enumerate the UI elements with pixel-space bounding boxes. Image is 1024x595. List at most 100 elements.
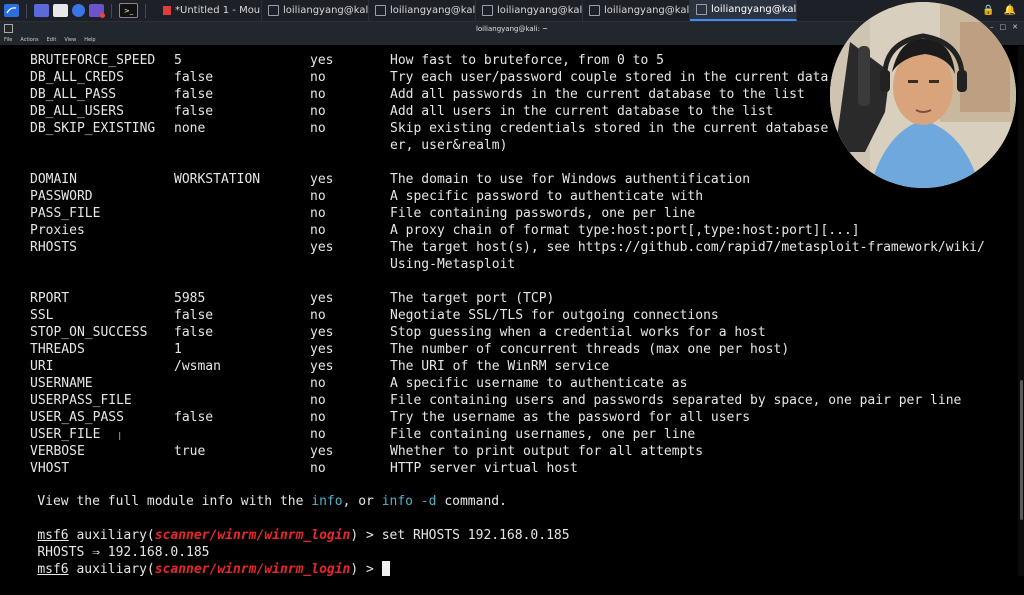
option-description: The target port (TCP) [390, 291, 555, 306]
option-required: yes [310, 342, 334, 357]
option-name: PASSWORD [30, 189, 93, 204]
option-name: VHOST [30, 461, 70, 476]
task-label: loiliangyang@kali:... [390, 5, 476, 16]
option-row: SSL false no Negotiate SSL/TLS for outgoing… [0, 307, 1018, 324]
kali-menu-icon[interactable] [4, 4, 19, 17]
browser-icon[interactable] [72, 4, 85, 17]
option-name: BRUTEFORCE_SPEED [30, 53, 156, 68]
option-name: STOP_ON_SUCCESS [30, 325, 148, 340]
minimize-icon[interactable]: – [990, 23, 994, 31]
task-terminal-2[interactable]: loiliangyang@kali:... [369, 0, 476, 21]
option-row: USERPASS_FILE no File containing users and… [0, 392, 1018, 409]
prompt-close: ) > [350, 528, 382, 543]
system-tray: 🔒 🔔 [982, 5, 1024, 16]
option-required: no [310, 189, 326, 204]
option-name: DB_ALL_CREDS [30, 70, 124, 85]
prompt-auxiliary: auxiliary( [68, 562, 155, 577]
option-row: PASSWORD no A specific password to authent… [0, 188, 1018, 205]
terminal-cursor[interactable] [381, 561, 390, 576]
option-description: er, user&realm) [390, 138, 508, 153]
option-description: How fast to bruteforce, from 0 to 5 [390, 53, 664, 68]
task-terminal-3[interactable]: loiliangyang@kali:... [476, 0, 583, 21]
option-current-setting: 1 [174, 342, 182, 357]
option-row: RHOSTS yes The target host(s), see https:/… [0, 239, 1018, 256]
option-row: Proxies no A proxy chain of format type:ho… [0, 222, 1018, 239]
menu-edit[interactable]: Edit [47, 37, 57, 43]
msf-prompt-label: msf6 [37, 562, 69, 577]
option-current-setting: false [174, 325, 214, 340]
info-hint-text: , or [342, 494, 382, 509]
terminal-icon [268, 5, 279, 16]
option-row: VERBOSE true yes Whether to print output fo… [0, 443, 1018, 460]
taskbar-launchers: >_ [0, 0, 149, 21]
option-description: Add all passwords in the current databas… [390, 87, 805, 102]
option-description: Try each user/password couple stored in … [390, 70, 829, 85]
option-row: Using-Metasploit [0, 256, 1018, 273]
option-description: File containing passwords, one per line [390, 206, 696, 221]
option-current-setting: false [174, 87, 214, 102]
option-row: URI/wsman yes The URI of the WinRM service [0, 358, 1018, 375]
option-name: DB_SKIP_EXISTING [30, 121, 156, 136]
terminal-icon [482, 5, 493, 16]
option-row: STOP_ON_SUCCESS false yes Stop guessing whe… [0, 324, 1018, 341]
screen-recorder-icon[interactable] [89, 4, 105, 18]
set-rhosts-command: set RHOSTS 192.168.0.185 [381, 528, 570, 543]
task-mousepad[interactable]: *Untitled 1 - Mou... [157, 0, 262, 21]
option-description: Add all users in the current database to… [390, 104, 774, 119]
option-required: no [310, 427, 326, 442]
task-terminal-5[interactable]: loiliangyang@kali:... [690, 0, 797, 21]
notification-icon[interactable]: 🔔 [1004, 5, 1016, 16]
option-description: A specific password to authenticate with [390, 189, 704, 204]
option-current-setting: WORKSTATION [174, 172, 261, 187]
file-manager-icon[interactable] [53, 4, 68, 17]
task-label: loiliangyang@kali:... [711, 4, 797, 15]
option-required: no [310, 70, 326, 85]
option-description: Negotiate SSL/TLS for outgoing connectio… [390, 308, 719, 323]
desktop-icon[interactable] [34, 4, 49, 17]
prompt-line-current: msf6 auxiliary(scanner/winrm/winrm_login… [6, 544, 390, 595]
option-description: A proxy chain of format type:host:port[,… [390, 223, 860, 238]
option-required: no [310, 87, 326, 102]
menu-file[interactable]: File [4, 37, 12, 43]
terminal-launcher-icon[interactable]: >_ [119, 3, 138, 18]
taskbar-separator [26, 3, 27, 18]
menu-help[interactable]: Help [84, 37, 95, 43]
taskbar-separator [111, 3, 112, 18]
option-required: yes [310, 240, 334, 255]
option-current-setting: 5 [174, 53, 182, 68]
info-d-command: info -d [381, 494, 437, 509]
option-description: File containing users and passwords sepa… [390, 393, 962, 408]
task-terminal-4[interactable]: loiliangyang@kali:... [583, 0, 690, 21]
prompt-close: ) > [350, 562, 382, 577]
maximize-icon[interactable]: □ [1000, 23, 1007, 31]
option-row: USERNAME no A specific username to authent… [0, 375, 1018, 392]
option-required: yes [310, 444, 334, 459]
option-name: RHOSTS [30, 240, 77, 255]
option-required: no [310, 393, 326, 408]
option-current-setting: false [174, 104, 214, 119]
scrollbar-thumb[interactable] [1020, 380, 1023, 520]
option-required: no [310, 376, 326, 391]
option-description: Whether to print output for all attempts [390, 444, 704, 459]
close-icon[interactable]: ✕ [1012, 23, 1018, 31]
option-current-setting: 5985 [174, 291, 206, 306]
option-required: yes [310, 325, 334, 340]
task-terminal-1[interactable]: loiliangyang@kali:... [262, 0, 369, 21]
option-row: USER_AS_PASS false no Try the username as t… [0, 409, 1018, 426]
option-row: DOMAIN WORKSTATION yes The domain to use fo… [0, 171, 1018, 188]
menu-actions[interactable]: Actions [20, 37, 38, 43]
option-row: PASS_FILE no File containing passwords, on… [0, 205, 1018, 222]
option-current-setting: false [174, 410, 214, 425]
task-label: loiliangyang@kali:... [604, 5, 690, 16]
option-required: yes [310, 172, 334, 187]
terminal-scrollbar[interactable] [1018, 46, 1024, 576]
option-description: Skip existing credentials stored in the … [390, 121, 829, 136]
menu-view[interactable]: View [64, 37, 76, 43]
lock-icon[interactable]: 🔒 [982, 5, 994, 16]
window-controls: – □ ✕ [990, 23, 1018, 31]
option-current-setting: true [174, 444, 206, 459]
option-name: THREADS [30, 342, 85, 357]
task-list: *Untitled 1 - Mou... loiliangyang@kali:.… [157, 0, 797, 21]
option-name: USERNAME [30, 376, 93, 391]
option-name: USER_FILE [30, 427, 101, 442]
